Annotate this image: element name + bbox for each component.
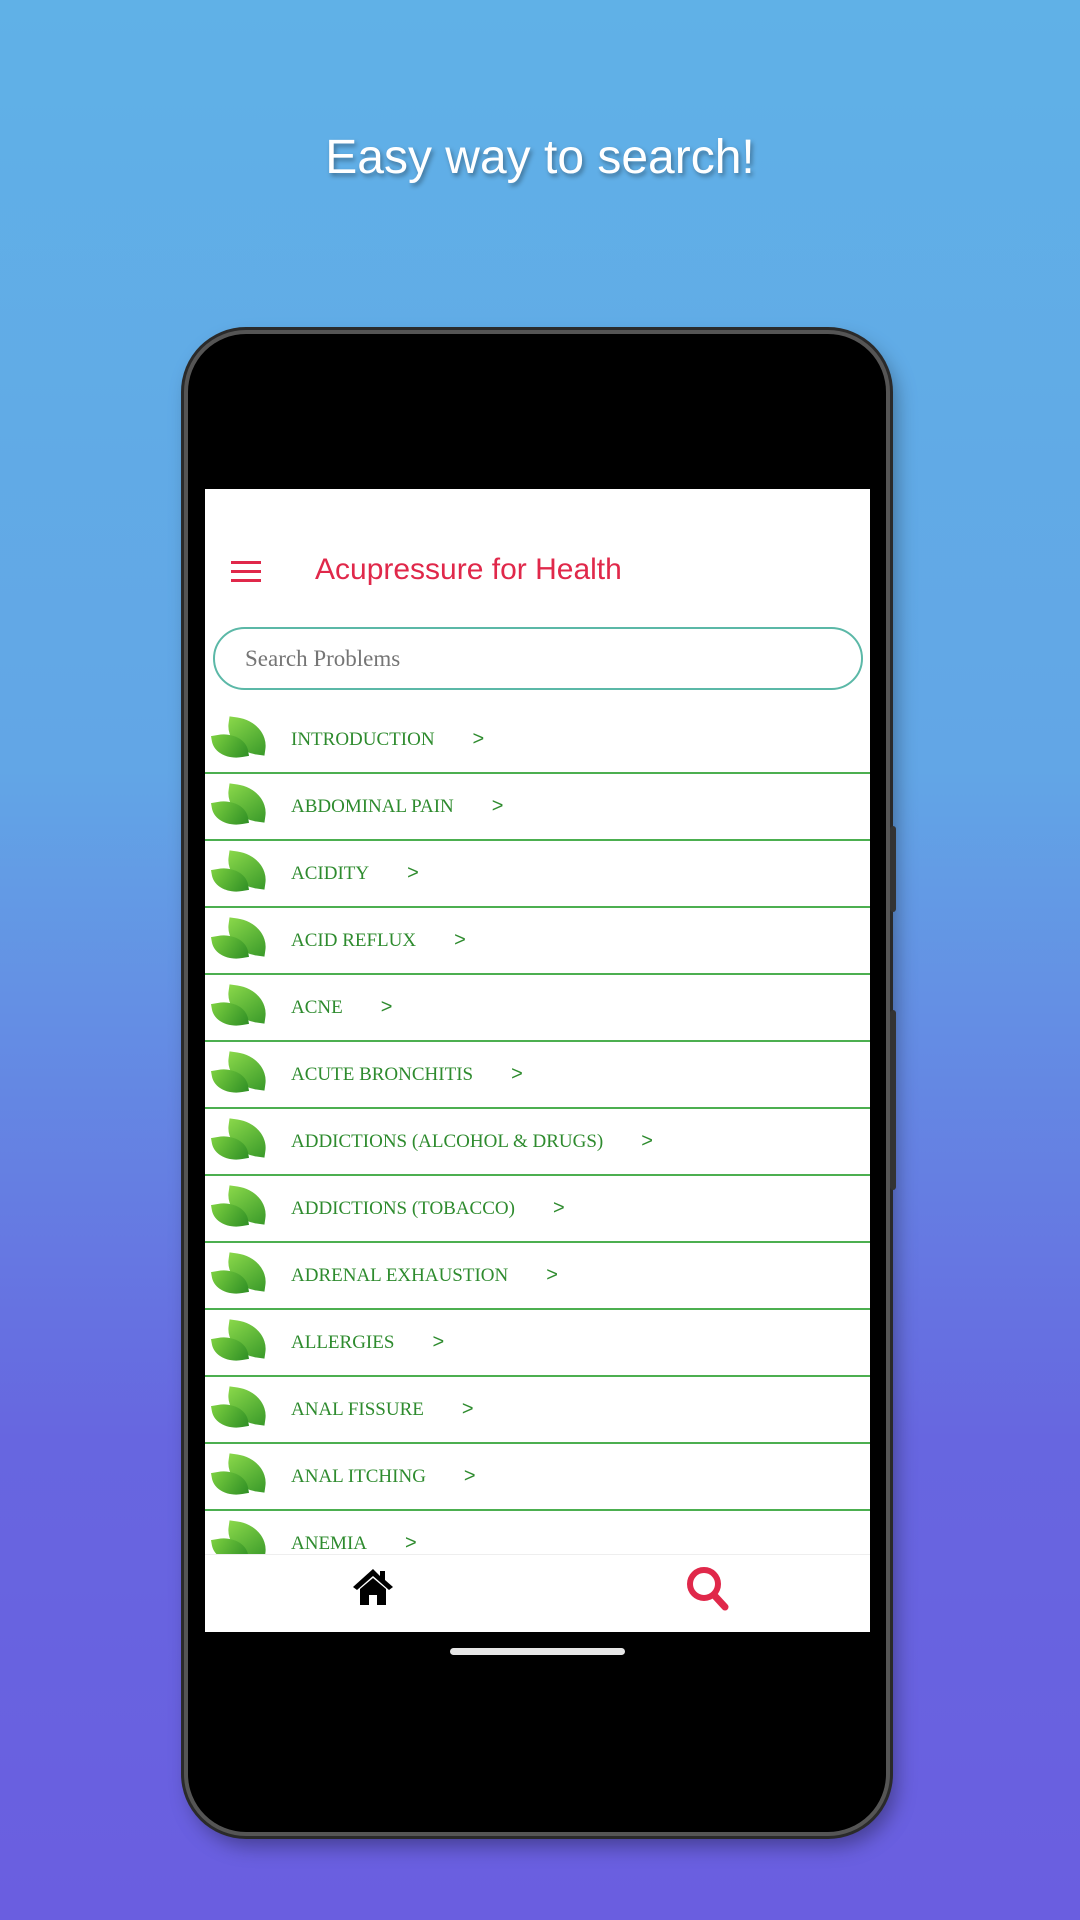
volume-button bbox=[890, 826, 896, 912]
list-item[interactable]: ANAL ITCHING > bbox=[205, 1444, 870, 1511]
leaf-icon bbox=[213, 784, 269, 830]
leaf-icon bbox=[213, 1387, 269, 1433]
list-item[interactable]: ADRENAL EXHAUSTION > bbox=[205, 1243, 870, 1310]
leaf-icon bbox=[213, 717, 269, 763]
list-item-label: ACIDITY bbox=[291, 862, 370, 884]
list-item[interactable]: ACNE > bbox=[205, 975, 870, 1042]
chevron-right-icon: > bbox=[454, 929, 466, 951]
list-item[interactable]: ABDOMINAL PAIN > bbox=[205, 774, 870, 841]
app-title: Acupressure for Health bbox=[315, 553, 622, 586]
app-header: Acupressure for Health bbox=[205, 489, 870, 615]
leaf-icon bbox=[213, 918, 269, 964]
chevron-right-icon: > bbox=[472, 728, 485, 750]
leaf-icon bbox=[213, 851, 269, 897]
leaf-icon bbox=[213, 1186, 269, 1232]
chevron-right-icon: > bbox=[552, 1197, 565, 1219]
list-item[interactable]: INTRODUCTION > bbox=[205, 707, 870, 774]
list-item-label: ACUTE BRONCHITIS bbox=[291, 1063, 474, 1085]
chevron-right-icon: > bbox=[432, 1331, 445, 1353]
chevron-right-icon: > bbox=[546, 1264, 558, 1286]
leaf-icon bbox=[213, 1119, 269, 1165]
leaf-icon bbox=[213, 1320, 269, 1366]
leaf-icon bbox=[213, 985, 269, 1031]
list-item[interactable]: ACIDITY > bbox=[205, 841, 870, 908]
list-item[interactable]: ANAL FISSURE > bbox=[205, 1377, 870, 1444]
chevron-right-icon: > bbox=[407, 862, 419, 884]
list-item-label: ADRENAL EXHAUSTION bbox=[291, 1264, 509, 1286]
list-item-label: ADDICTIONS (TOBACCO) bbox=[291, 1197, 515, 1219]
list-item-label: ANAL ITCHING bbox=[291, 1465, 426, 1487]
chevron-right-icon: > bbox=[461, 1398, 474, 1420]
list-item-label: ADDICTIONS (ALCOHOL & DRUGS) bbox=[291, 1130, 604, 1152]
list-item-label: INTRODUCTION bbox=[291, 728, 435, 750]
list-item-label: ANEMIA bbox=[291, 1532, 367, 1554]
chevron-right-icon: > bbox=[641, 1130, 653, 1152]
hamburger-icon[interactable] bbox=[231, 561, 261, 583]
power-button bbox=[890, 1010, 896, 1190]
chevron-right-icon: > bbox=[380, 996, 393, 1018]
headline: Easy way to search! bbox=[325, 131, 755, 184]
list-item-label: ACNE bbox=[291, 996, 343, 1018]
search-icon[interactable] bbox=[685, 1565, 731, 1613]
search-input[interactable] bbox=[213, 627, 863, 690]
chevron-right-icon: > bbox=[405, 1532, 417, 1554]
list-item[interactable]: ADDICTIONS (ALCOHOL & DRUGS) > bbox=[205, 1109, 870, 1176]
list-item-label: ANAL FISSURE bbox=[291, 1398, 424, 1420]
bottom-nav bbox=[205, 1554, 870, 1632]
list-item-label: ALLERGIES bbox=[291, 1331, 395, 1353]
app-screen: Acupressure for Health INTRODUCTION>ABDO… bbox=[205, 489, 870, 1632]
chevron-right-icon: > bbox=[491, 795, 504, 817]
chevron-right-icon: > bbox=[463, 1465, 476, 1487]
leaf-icon bbox=[213, 1454, 269, 1500]
list-item-label: ABDOMINAL PAIN bbox=[291, 795, 454, 817]
chevron-right-icon: > bbox=[511, 1063, 523, 1085]
gesture-bar[interactable] bbox=[450, 1648, 625, 1655]
leaf-icon bbox=[213, 1052, 269, 1098]
leaf-icon bbox=[213, 1253, 269, 1299]
problem-list: INTRODUCTION > ABDOMINAL PAIN > ACIDITY > ACID… bbox=[205, 707, 870, 1578]
list-item[interactable]: ADDICTIONS (TOBACCO) > bbox=[205, 1176, 870, 1243]
list-item[interactable]: ACID REFLUX > bbox=[205, 908, 870, 975]
list-item[interactable]: ALLERGIES > bbox=[205, 1310, 870, 1377]
home-icon[interactable] bbox=[351, 1567, 395, 1607]
list-item-label: ACID REFLUX bbox=[291, 929, 417, 951]
list-item[interactable]: ACUTE BRONCHITIS > bbox=[205, 1042, 870, 1109]
